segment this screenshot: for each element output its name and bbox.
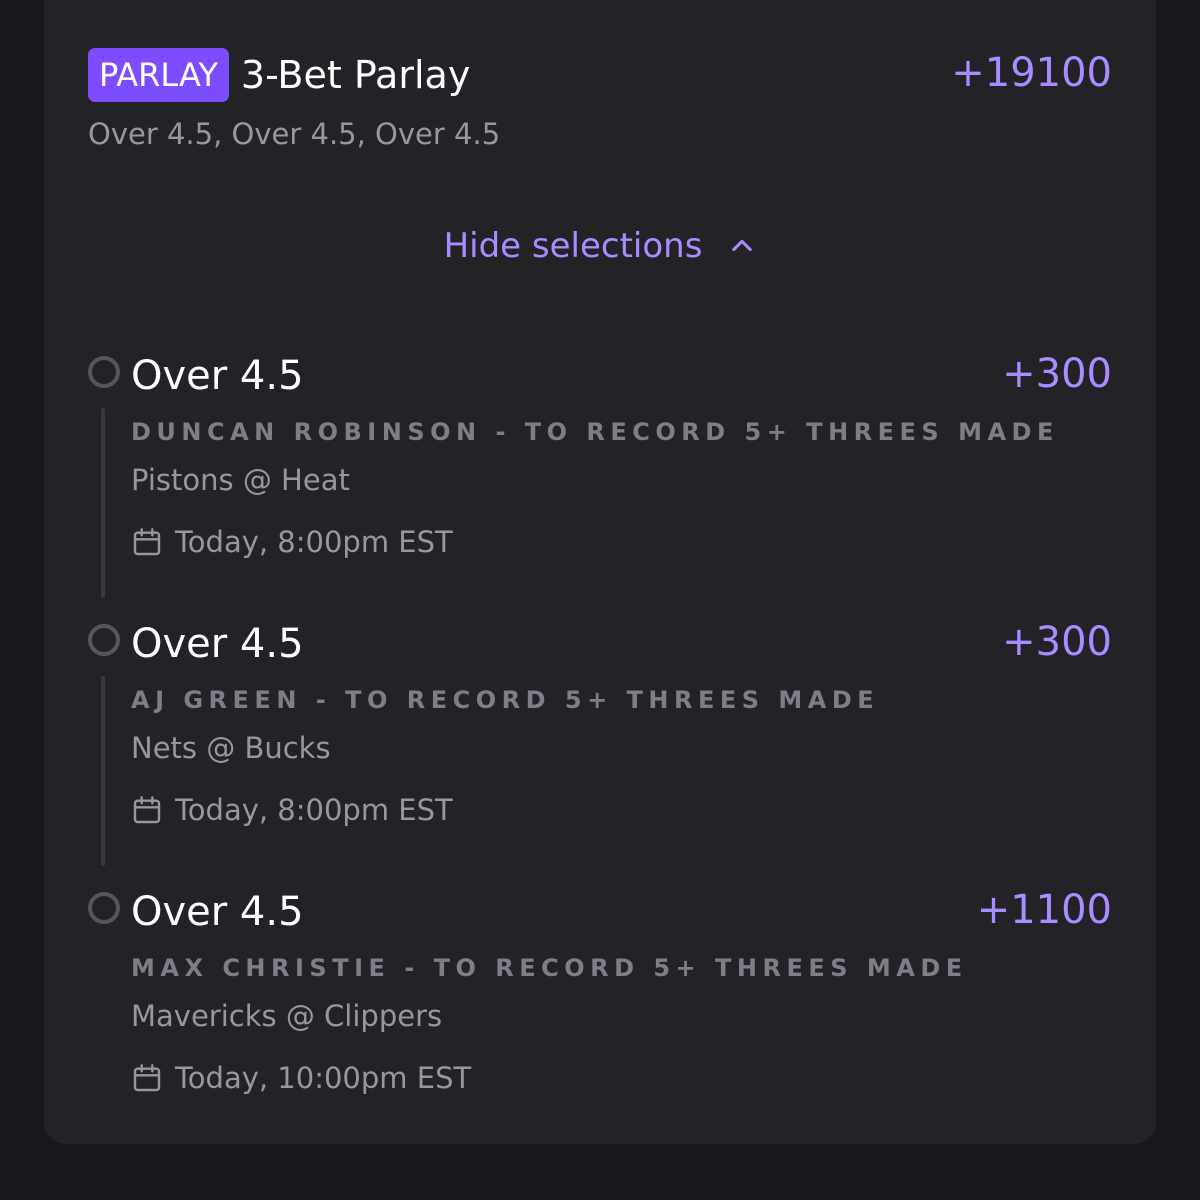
selection-game: Nets @ Bucks <box>131 731 331 765</box>
selection-odds: +1100 <box>976 887 1112 933</box>
calendar-icon <box>133 796 161 824</box>
selection-name: Over 4.5 <box>131 889 304 935</box>
selection-game: Pistons @ Heat <box>131 463 350 497</box>
parlay-badge: PARLAY <box>88 48 229 102</box>
calendar-icon <box>133 1064 161 1092</box>
selection-item[interactable]: Over 4.5 +1100 MAX CHRISTIE - TO RECORD … <box>88 887 1112 1118</box>
selection-time-label: Today, 8:00pm EST <box>175 525 453 559</box>
selection-time-label: Today, 10:00pm EST <box>175 1061 472 1095</box>
selection-market: MAX CHRISTIE - TO RECORD 5+ THREES MADE <box>131 954 968 982</box>
hide-selections-button[interactable]: Hide selections <box>0 222 1200 270</box>
selection-time: Today, 10:00pm EST <box>131 1058 471 1098</box>
parlay-odds: +19100 <box>951 50 1112 96</box>
selection-time-label: Today, 8:00pm EST <box>175 793 453 827</box>
calendar-icon <box>133 528 161 556</box>
parlay-subtitle: Over 4.5, Over 4.5, Over 4.5 <box>88 117 501 151</box>
circle-outline-icon <box>88 624 120 656</box>
selection-item[interactable]: Over 4.5 +300 AJ GREEN - TO RECORD 5+ TH… <box>88 619 1112 870</box>
selection-market: AJ GREEN - TO RECORD 5+ THREES MADE <box>131 686 880 714</box>
selection-connector <box>101 676 105 866</box>
selection-odds: +300 <box>1002 619 1112 665</box>
selection-game: Mavericks @ Clippers <box>131 999 443 1033</box>
selection-time: Today, 8:00pm EST <box>131 790 453 830</box>
selection-item[interactable]: Over 4.5 +300 DUNCAN ROBINSON - TO RECOR… <box>88 351 1112 602</box>
selection-time: Today, 8:00pm EST <box>131 522 453 562</box>
circle-outline-icon <box>88 892 120 924</box>
selection-connector <box>101 408 105 598</box>
selection-market: DUNCAN ROBINSON - TO RECORD 5+ THREES MA… <box>131 418 1059 446</box>
hide-selections-label: Hide selections <box>443 226 703 266</box>
selection-odds: +300 <box>1002 351 1112 397</box>
chevron-up-icon <box>732 239 753 252</box>
circle-outline-icon <box>88 356 120 388</box>
selection-name: Over 4.5 <box>131 621 304 667</box>
parlay-title: 3-Bet Parlay <box>240 53 471 97</box>
parlay-header: PARLAY 3-Bet Parlay <box>88 48 470 102</box>
selection-name: Over 4.5 <box>131 353 304 399</box>
